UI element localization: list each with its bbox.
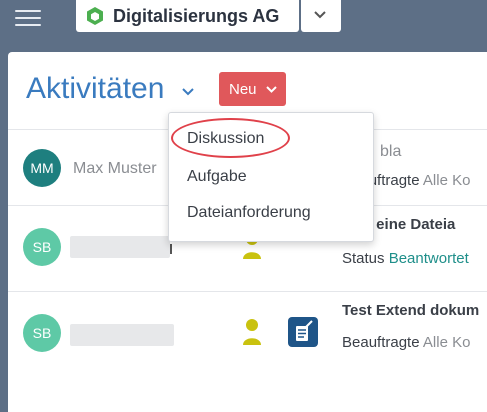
document-edit-icon[interactable] <box>288 317 318 347</box>
meta-label: Status <box>342 250 385 267</box>
chevron-down-icon <box>314 11 326 19</box>
org-name: Digitalisierungs AG <box>113 6 280 26</box>
document-edit-glyph-icon <box>296 320 313 341</box>
avatar: SB <box>23 228 61 266</box>
row-meta: Status Beantwortet <box>342 250 469 267</box>
meta-value: Alle Ko <box>422 334 471 351</box>
chevron-down-icon <box>266 86 277 93</box>
title-chevron-down-icon[interactable] <box>182 88 194 96</box>
menu-item-diskussion[interactable]: Diskussion <box>187 130 264 148</box>
author-name: Max Muster <box>73 160 157 177</box>
row-meta: Beauftragte Alle Ko <box>342 334 470 351</box>
menu-item-dateianforderung[interactable]: Dateianforderung <box>187 204 311 222</box>
new-dropdown-menu: Diskussion Aufgabe Dateianforderung <box>168 112 374 242</box>
redacted-name <box>70 324 174 346</box>
message-snippet: bla <box>380 143 402 160</box>
new-button[interactable]: Neu <box>219 72 286 106</box>
avatar: MM <box>23 149 61 187</box>
divider <box>170 244 172 254</box>
meta-value: Alle Ko <box>422 172 471 189</box>
avatar: SB <box>23 314 61 352</box>
page-title[interactable]: Aktivitäten <box>26 72 164 106</box>
redacted-name <box>70 236 170 258</box>
hexagon-logo-icon <box>87 7 103 25</box>
meta-label: Beauftragte <box>342 334 420 351</box>
menu-item-aufgabe[interactable]: Aufgabe <box>187 168 247 186</box>
hamburger-icon[interactable] <box>15 10 41 28</box>
row-title: Test Extend dokum <box>342 302 480 319</box>
new-button-label: Neu <box>229 81 257 98</box>
org-selector[interactable]: Digitalisierungs AG <box>76 0 299 32</box>
status-value: Beantwortet <box>388 250 469 267</box>
top-bar: Digitalisierungs AG <box>0 0 487 44</box>
org-switch-button[interactable] <box>301 0 341 32</box>
person-icon <box>243 319 261 345</box>
list-item[interactable]: SB Test Extend dokum Beauftragte Alle Ko <box>8 291 487 378</box>
